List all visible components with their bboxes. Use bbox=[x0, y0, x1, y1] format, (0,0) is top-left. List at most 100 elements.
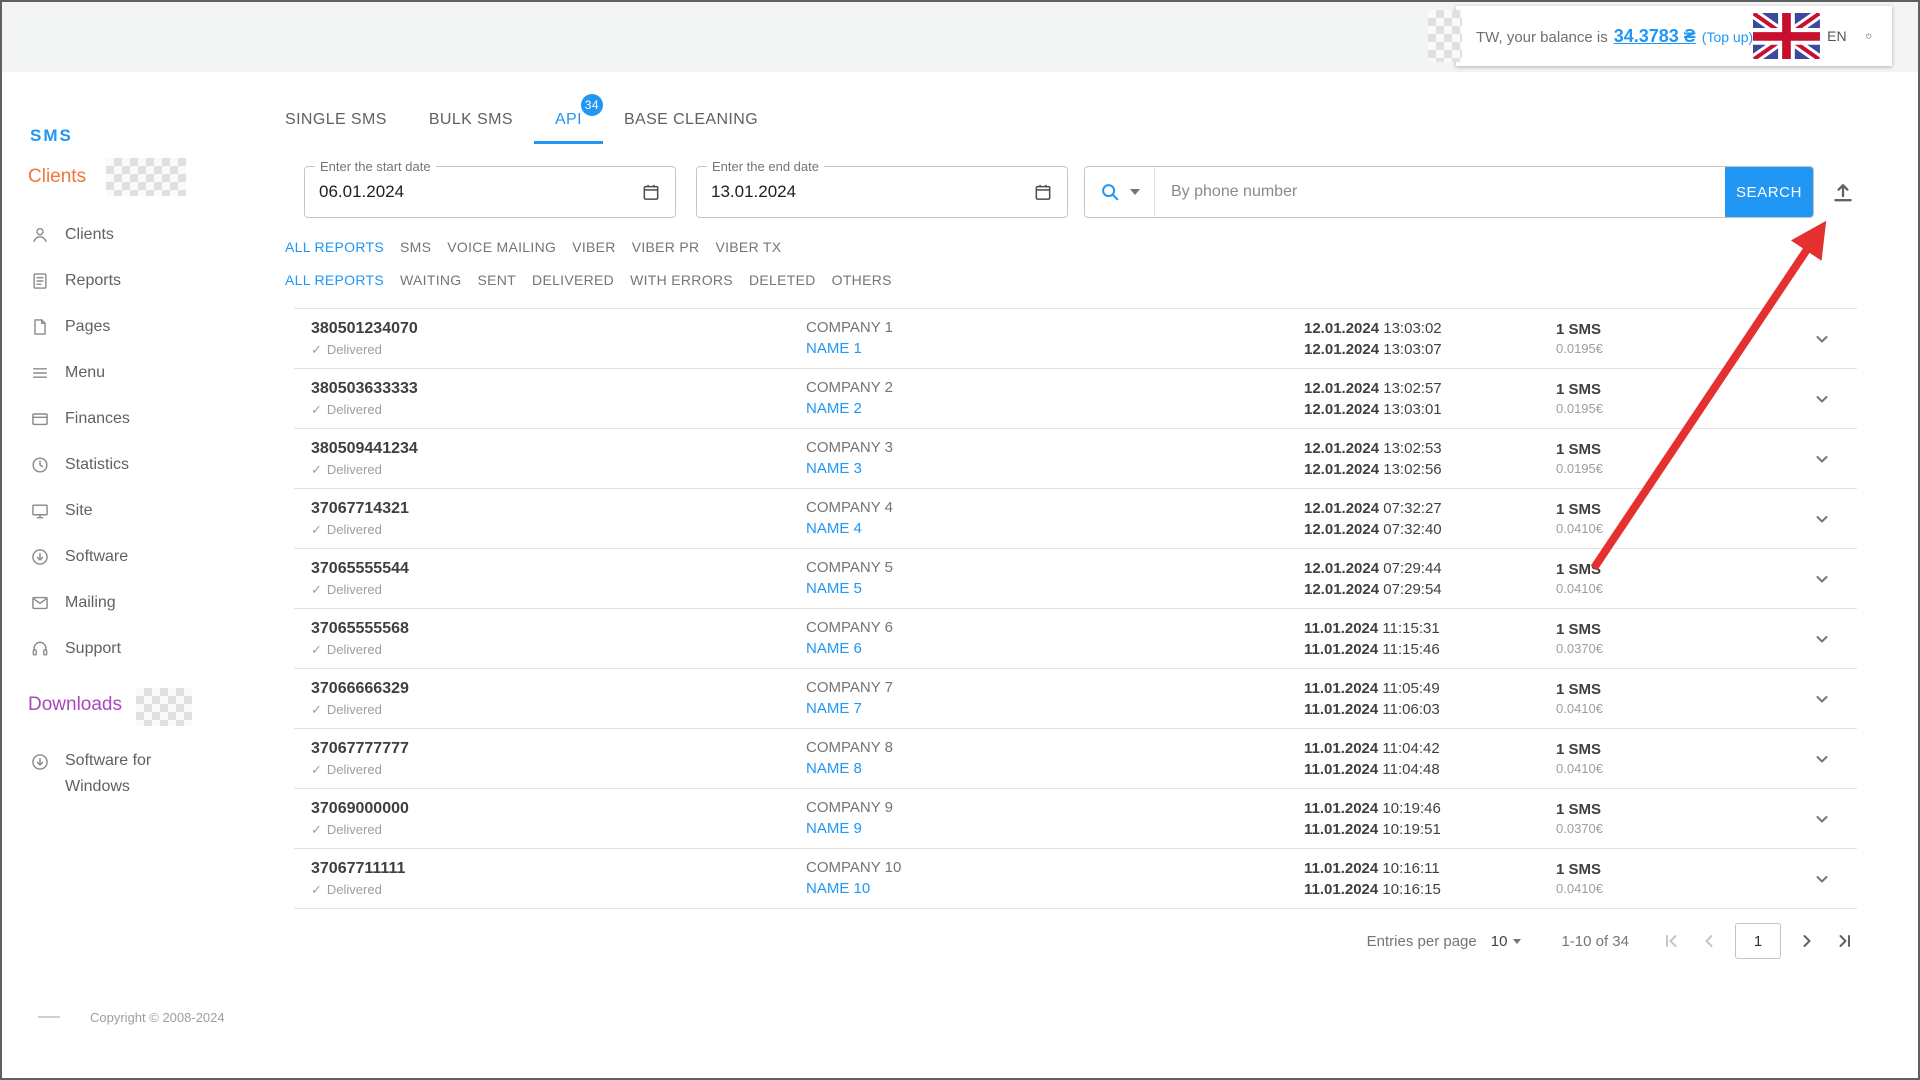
sidebar-item-clients[interactable]: Clients bbox=[0, 212, 285, 258]
next-page-button[interactable] bbox=[1795, 929, 1819, 953]
sent-timestamp: 11.01.2024 10:16:11 bbox=[1304, 859, 1440, 877]
topup-link[interactable]: (Top up) bbox=[1702, 29, 1753, 45]
filter-sms[interactable]: SMS bbox=[400, 239, 431, 255]
chevron-down-icon[interactable] bbox=[1810, 387, 1834, 411]
sms-count: 1 SMS bbox=[1556, 681, 1602, 698]
sms-price: 0.0370€ bbox=[1556, 821, 1603, 836]
chevron-down-icon[interactable] bbox=[1810, 807, 1834, 831]
sender-name-link[interactable]: NAME 5 bbox=[806, 580, 862, 597]
sidebar-section-downloads: Downloads bbox=[28, 694, 122, 715]
status-filter-with-errors[interactable]: WITH ERRORS bbox=[630, 272, 733, 288]
company-name: COMPANY 7 bbox=[806, 679, 893, 696]
chevron-down-icon[interactable] bbox=[1810, 867, 1834, 891]
card-icon bbox=[30, 409, 50, 429]
chevron-down-icon[interactable] bbox=[1810, 507, 1834, 531]
delivered-timestamp: 11.01.2024 11:06:03 bbox=[1304, 700, 1440, 718]
export-reports-button[interactable] bbox=[1829, 178, 1857, 206]
sent-timestamp: 11.01.2024 10:19:46 bbox=[1304, 799, 1441, 817]
sent-timestamp: 11.01.2024 11:15:31 bbox=[1304, 619, 1440, 637]
chevron-down-icon[interactable] bbox=[1810, 327, 1834, 351]
status-filter-others[interactable]: OTHERS bbox=[832, 272, 892, 288]
status-filter-deleted[interactable]: DELETED bbox=[749, 272, 816, 288]
start-date-field[interactable]: Enter the start date bbox=[304, 159, 676, 218]
chevron-down-icon[interactable] bbox=[1810, 747, 1834, 771]
status-filter-delivered[interactable]: DELIVERED bbox=[532, 272, 614, 288]
tab-bulk-sms[interactable]: BULK SMS bbox=[408, 98, 534, 144]
first-page-button[interactable] bbox=[1659, 929, 1683, 953]
report-row: 380503633333 ✓ Delivered COMPANY 2 NAME … bbox=[294, 368, 1857, 428]
phone-search-input[interactable] bbox=[1155, 167, 1725, 217]
filter-viber-pr[interactable]: VIBER PR bbox=[632, 239, 700, 255]
calendar-icon[interactable] bbox=[641, 182, 661, 202]
sidebar-item-reports[interactable]: Reports bbox=[0, 258, 285, 304]
sender-name-link[interactable]: NAME 2 bbox=[806, 400, 862, 417]
sidebar-item-label: Statistics bbox=[65, 456, 130, 473]
search-type-dropdown[interactable] bbox=[1085, 167, 1155, 217]
tab-api[interactable]: API 34 bbox=[533, 94, 603, 144]
language-selector[interactable]: EN bbox=[1753, 12, 1847, 60]
status-filter-all-reports[interactable]: ALL REPORTS bbox=[285, 272, 384, 288]
sender-name-link[interactable]: NAME 3 bbox=[806, 460, 862, 477]
expand-cell bbox=[1800, 327, 1843, 351]
chevron-down-icon[interactable] bbox=[1810, 627, 1834, 651]
sender-name-link[interactable]: NAME 10 bbox=[806, 880, 870, 897]
company-cell: COMPANY 8 NAME 8 bbox=[806, 739, 1304, 778]
end-date-input[interactable] bbox=[711, 182, 1033, 202]
sidebar-item-software-for-windows[interactable]: Software for Windows bbox=[30, 748, 240, 800]
company-cell: COMPANY 10 NAME 10 bbox=[806, 859, 1304, 898]
filter-all-reports[interactable]: ALL REPORTS bbox=[285, 239, 384, 255]
start-date-input[interactable] bbox=[319, 182, 641, 202]
sidebar-item-label: Finances bbox=[65, 410, 130, 427]
calendar-icon[interactable] bbox=[1033, 182, 1053, 202]
tab-base-cleaning[interactable]: BASE CLEANING bbox=[603, 98, 779, 144]
sidebar-item-finances[interactable]: Finances bbox=[0, 396, 285, 442]
current-page-input[interactable] bbox=[1735, 923, 1781, 959]
sidebar-item-statistics[interactable]: Statistics bbox=[0, 442, 285, 488]
phone-number: 37067711111 bbox=[311, 859, 406, 877]
report-row: 380509441234 ✓ Delivered COMPANY 3 NAME … bbox=[294, 428, 1857, 488]
status-filter-sent[interactable]: SENT bbox=[477, 272, 516, 288]
check-icon: ✓ bbox=[311, 341, 322, 357]
chevron-down-icon[interactable] bbox=[1810, 567, 1834, 591]
timestamps-cell: 12.01.2024 13:03:02 12.01.2024 13:03:07 bbox=[1304, 318, 1556, 360]
phone-cell: 37065555568 ✓ Delivered bbox=[311, 620, 806, 658]
pages-icon bbox=[30, 317, 50, 337]
sender-name-link[interactable]: NAME 8 bbox=[806, 760, 862, 777]
check-icon: ✓ bbox=[311, 401, 322, 417]
sidebar-item-pages[interactable]: Pages bbox=[0, 304, 285, 350]
previous-page-button[interactable] bbox=[1697, 929, 1721, 953]
end-date-field[interactable]: Enter the end date bbox=[696, 159, 1068, 218]
sidebar-item-site[interactable]: Site bbox=[0, 488, 285, 534]
sidebar-item-support[interactable]: Support bbox=[0, 626, 285, 672]
filter-voice-mailing[interactable]: VOICE MAILING bbox=[447, 239, 556, 255]
copyright: Copyright © 2008-2024 bbox=[90, 1010, 225, 1025]
sender-name-link[interactable]: NAME 1 bbox=[806, 340, 862, 357]
last-page-button[interactable] bbox=[1833, 929, 1857, 953]
sender-name-link[interactable]: NAME 9 bbox=[806, 820, 862, 837]
phone-cell: 37067777777 ✓ Delivered bbox=[311, 740, 806, 778]
status-filters: ALL REPORTS WAITING SENT DELIVERED WITH … bbox=[285, 272, 1857, 288]
company-cell: COMPANY 4 NAME 4 bbox=[806, 499, 1304, 538]
company-cell: COMPANY 2 NAME 2 bbox=[806, 379, 1304, 418]
tab-single-sms[interactable]: SINGLE SMS bbox=[285, 98, 408, 144]
timestamps-cell: 11.01.2024 10:19:46 11.01.2024 10:19:51 bbox=[1304, 798, 1556, 840]
balance-text: TW, your balance is 34.3783 ₴ (Top up) bbox=[1476, 26, 1753, 47]
sidebar-item-mailing[interactable]: Mailing bbox=[0, 580, 285, 626]
status-filter-waiting[interactable]: WAITING bbox=[400, 272, 461, 288]
chevron-down-icon[interactable] bbox=[1810, 447, 1834, 471]
sent-timestamp: 12.01.2024 07:32:27 bbox=[1304, 499, 1442, 517]
company-cell: COMPANY 1 NAME 1 bbox=[806, 319, 1304, 358]
sender-name-link[interactable]: NAME 7 bbox=[806, 700, 862, 717]
sidebar-item-menu[interactable]: Menu bbox=[0, 350, 285, 396]
chevron-down-icon[interactable] bbox=[1810, 687, 1834, 711]
sender-name-link[interactable]: NAME 6 bbox=[806, 640, 862, 657]
filter-viber[interactable]: VIBER bbox=[572, 239, 616, 255]
logout-button[interactable] bbox=[1865, 23, 1872, 49]
filter-viber-tx[interactable]: VIBER TX bbox=[715, 239, 781, 255]
search-button[interactable]: SEARCH bbox=[1725, 167, 1813, 217]
sidebar-item-software[interactable]: Software bbox=[0, 534, 285, 580]
count-cell: 1 SMS 0.0195€ bbox=[1556, 381, 1800, 416]
sender-name-link[interactable]: NAME 4 bbox=[806, 520, 862, 537]
entries-per-page-select[interactable]: 10 bbox=[1491, 933, 1522, 950]
balance-amount-link[interactable]: 34.3783 ₴ bbox=[1614, 26, 1696, 47]
